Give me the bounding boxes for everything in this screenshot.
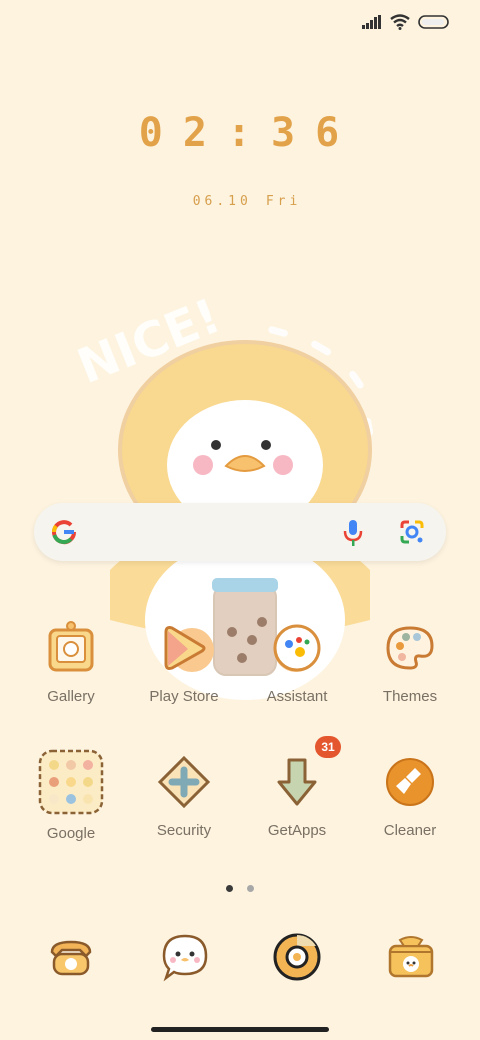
page-dot[interactable] bbox=[247, 885, 255, 892]
app-getapps[interactable]: 31 GetApps bbox=[242, 736, 352, 839]
app-label: GetApps bbox=[267, 822, 327, 839]
date[interactable]: 06.10 Fri bbox=[0, 194, 480, 209]
app-cleaner[interactable]: Cleaner bbox=[355, 752, 465, 839]
app-label: Themes bbox=[382, 688, 438, 705]
app-security[interactable]: Security bbox=[129, 752, 239, 839]
gallery-icon[interactable] bbox=[41, 618, 101, 678]
app-label: Security bbox=[156, 822, 212, 839]
getapps-icon[interactable]: 31 bbox=[267, 736, 341, 812]
page-indicator bbox=[0, 879, 480, 897]
status-bar bbox=[362, 14, 450, 30]
assistant-icon[interactable] bbox=[267, 618, 327, 678]
page-dot-active[interactable] bbox=[225, 885, 233, 892]
app-google-folder[interactable]: Google bbox=[16, 749, 126, 842]
chrome-icon[interactable] bbox=[272, 932, 322, 982]
microphone-icon[interactable] bbox=[342, 518, 364, 548]
messages-icon[interactable] bbox=[160, 932, 210, 982]
security-icon[interactable] bbox=[154, 752, 214, 812]
play-store-icon[interactable] bbox=[154, 618, 214, 678]
app-label: Gallery bbox=[47, 688, 95, 705]
weekday: Fri bbox=[265, 194, 302, 209]
app-label: Google bbox=[46, 825, 96, 842]
app-gallery[interactable]: Gallery bbox=[16, 618, 126, 705]
google-search-bar[interactable] bbox=[34, 503, 446, 561]
app-label: Cleaner bbox=[383, 822, 437, 839]
app-themes[interactable]: Themes bbox=[355, 618, 465, 705]
google-logo-icon[interactable] bbox=[50, 518, 78, 546]
battery-icon bbox=[418, 15, 449, 29]
themes-icon[interactable] bbox=[380, 618, 440, 678]
wifi-icon bbox=[390, 14, 410, 30]
app-label: Play Store bbox=[149, 688, 219, 705]
app-play-store[interactable]: Play Store bbox=[129, 618, 239, 705]
notification-badge: 31 bbox=[315, 736, 341, 758]
app-label: Assistant bbox=[266, 688, 328, 705]
clock[interactable]: 02:36 bbox=[0, 110, 480, 156]
cleaner-icon[interactable] bbox=[380, 752, 440, 812]
home-indicator[interactable] bbox=[151, 1027, 329, 1032]
google-folder-icon[interactable] bbox=[38, 749, 104, 815]
app-assistant[interactable]: Assistant bbox=[242, 618, 352, 705]
signal-icon bbox=[362, 15, 381, 29]
phone-icon[interactable] bbox=[46, 932, 96, 982]
date-value: 06.10 bbox=[192, 194, 252, 209]
lens-icon[interactable] bbox=[398, 518, 426, 546]
camera-icon[interactable] bbox=[386, 932, 436, 982]
